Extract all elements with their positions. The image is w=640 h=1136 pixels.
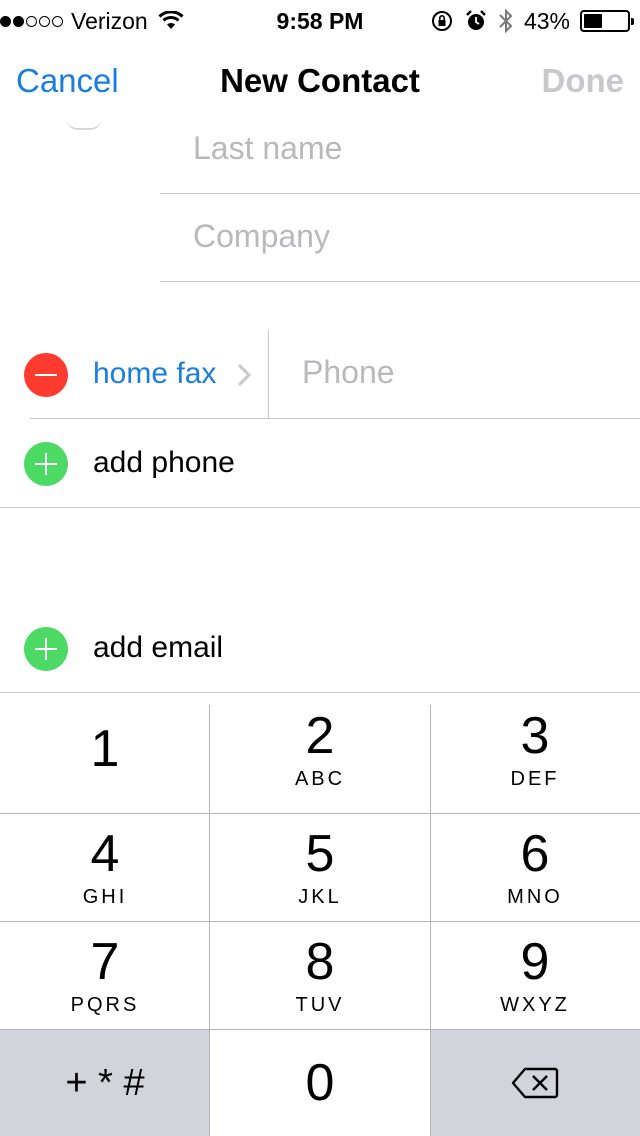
battery-icon [580,10,634,32]
key-digit: 7 [90,932,120,991]
divider [160,193,640,194]
orientation-lock-icon [431,11,452,31]
key-digit: + * # [65,1062,145,1104]
key-letters: MNO [507,885,563,908]
key-letters: GHI [82,885,128,908]
alarm-icon [466,10,486,30]
keypad-divider [0,1029,640,1030]
battery-percent: 43% [523,7,570,34]
divider [268,330,269,418]
add-email-button[interactable] [24,627,68,671]
key-digit: 4 [90,824,120,883]
remove-phone-button[interactable] [24,353,68,397]
key-digit: 3 [520,706,550,765]
key-letters: WXYZ [500,993,570,1016]
company-field[interactable] [193,218,613,255]
key-8[interactable]: 8 TUV [210,921,430,1029]
divider [160,281,640,282]
key-digit: 8 [305,932,335,991]
battery-fill [584,14,603,28]
key-digit: 9 [520,932,550,991]
key-letters: PQRS [70,993,140,1016]
phone-label-selector[interactable]: home fax [93,357,216,391]
key-6[interactable]: 6 MNO [430,813,640,921]
key-symbols[interactable]: + * # [0,1029,210,1136]
key-digit: 5 [305,824,335,883]
key-letters: ABC [294,767,346,790]
numeric-keypad: 1 2 ABC 3 DEF 4 GHI 5 JKL 6 MNO 7 PQRS 8… [0,692,640,1136]
key-7[interactable]: 7 PQRS [0,921,210,1029]
status-bar: Verizon 9:58 PM 43% [0,0,640,40]
key-3[interactable]: 3 DEF [430,693,640,805]
key-1[interactable]: 1 [0,693,210,805]
key-digit: 0 [305,1054,335,1112]
key-9[interactable]: 9 WXYZ [430,921,640,1029]
key-2[interactable]: 2 ABC [210,693,430,805]
key-letters: DEF [510,767,560,790]
key-letters: JKL [298,885,342,908]
key-digit: 2 [305,706,335,765]
divider [30,418,640,419]
key-delete[interactable] [430,1029,640,1136]
chevron-right-icon[interactable] [234,361,256,389]
divider [0,507,640,508]
key-digit: 1 [90,720,120,778]
done-button[interactable]: Done [542,62,625,100]
status-right: 43% [430,6,634,36]
backspace-icon [511,1067,559,1099]
minus-icon [35,374,57,376]
phone-field[interactable] [302,354,622,391]
key-0[interactable]: 0 [210,1029,430,1136]
keypad-divider [0,921,640,922]
key-letters: TUV [295,993,345,1016]
bluetooth-icon [499,8,513,34]
key-digit: 6 [520,824,550,883]
keypad-divider [0,813,640,814]
add-phone-button[interactable] [24,442,68,486]
key-5[interactable]: 5 JKL [210,813,430,921]
key-4[interactable]: 4 GHI [0,813,210,921]
last-name-field[interactable] [193,130,613,167]
nav-bar: Cancel New Contact Done [0,40,640,130]
add-email-label[interactable]: add email [93,631,223,665]
add-phone-label[interactable]: add phone [93,446,235,480]
